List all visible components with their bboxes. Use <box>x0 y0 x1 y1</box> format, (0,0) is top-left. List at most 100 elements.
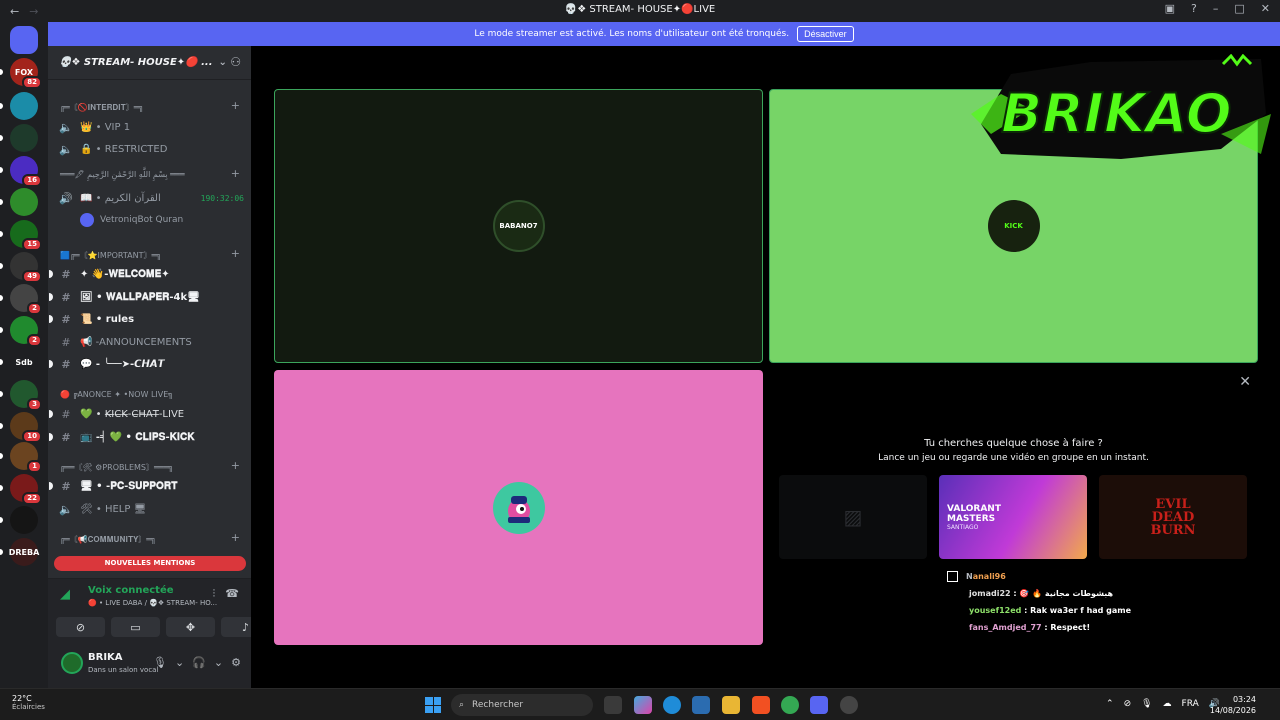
channel-kick-chat[interactable]: # 💚 • K̶I̶C̶K̶-C̶H̶A̶T̶-LIVE <box>49 404 244 424</box>
channel-vip[interactable]: 🔈 👑 • VIP 1 <box>58 117 244 137</box>
server-icon[interactable]: 15 <box>10 220 42 251</box>
mention-badge: 22 <box>22 492 42 505</box>
server-icon[interactable]: 3 <box>10 380 42 411</box>
discord-window: ← → 💀❖ STREAM- HOUSE✦🔴LIVE ▣ ? – □ ✕ FOX… <box>0 0 1280 720</box>
voice-channel-name[interactable]: 🔴 • LIVE DABA / 💀❖ STREAM- HO... <box>88 599 217 607</box>
mention-badge: 82 <box>22 76 42 89</box>
category-now-live[interactable]: 🔴 ╔ANONCE ✦ •NOW LIVE╗ <box>60 390 240 399</box>
temperature: 22°C <box>12 694 32 703</box>
cloud-icon[interactable]: ☁ <box>1163 699 1172 709</box>
taskbar-search[interactable]: ⌕ Rechercher <box>451 694 593 716</box>
chevron-down-icon[interactable]: ⌄ <box>214 656 223 669</box>
server-icon[interactable]: 2 <box>10 316 42 347</box>
channel-label: ✦ 👋-𝐖𝐄𝐋𝐂𝐎𝐌𝐄✦ <box>80 268 170 280</box>
category-problems[interactable]: ╔══〘🛠 ⚙PROBLEMS〙═══╗ + <box>60 460 240 473</box>
disconnect-icon[interactable]: ☎ <box>225 587 239 601</box>
channel-clips-kick[interactable]: # 📺 -╡ 💚 • 𝐂𝐋𝐈𝐏𝐒-𝐊𝐈𝐂𝐊 <box>49 427 244 447</box>
windows-start-icon[interactable] <box>425 697 441 713</box>
server-icon[interactable] <box>10 124 38 152</box>
voice-status[interactable]: Voix connectée <box>88 585 174 596</box>
channel-wallpaper[interactable]: # 🖼 • 𝐖𝐀𝐋𝐋𝐏𝐀𝐏𝐄𝐑-4k🖥 <box>49 287 244 307</box>
invite-people-icon[interactable]: ⚇ <box>230 55 241 69</box>
checkbox[interactable] <box>947 571 958 582</box>
server-icon[interactable]: FOX 82 <box>10 58 42 89</box>
discord-home-icon[interactable] <box>10 26 38 54</box>
voice-member[interactable]: VetroniqBot Quran <box>80 210 183 230</box>
server-icon[interactable]: 1 <box>10 442 42 473</box>
brave-icon[interactable] <box>752 696 770 714</box>
server-icon[interactable]: 16 <box>10 156 42 187</box>
username[interactable]: BRIKA <box>88 652 123 663</box>
copilot-icon[interactable] <box>634 696 652 714</box>
store-icon[interactable] <box>692 696 710 714</box>
edge-icon[interactable] <box>663 696 681 714</box>
language-indicator[interactable]: FRA <box>1182 699 1199 709</box>
server-icon[interactable] <box>10 92 38 120</box>
category-important[interactable]: 🟦╔═〘⭐IMPORTANT〙═╗ + <box>60 248 240 261</box>
gear-icon[interactable]: ⚙ <box>231 656 241 669</box>
microphone-icon[interactable]: 🎙 <box>153 656 167 669</box>
clock[interactable]: 03:24 14/08/2026 <box>1210 694 1256 716</box>
server-icon[interactable]: 22 <box>10 474 42 505</box>
signal-icon[interactable]: ◢ <box>60 587 70 602</box>
server-icon[interactable]: 2 <box>10 284 42 315</box>
new-mentions-pill[interactable]: NOUVELLES MENTIONS <box>54 556 246 571</box>
channel-help[interactable]: 🔈 🛠 • HELP 🖥 <box>58 499 244 519</box>
weather-widget[interactable]: 22°C Éclaircies <box>12 694 45 711</box>
activity-card-valorant[interactable]: VALORANT MASTERS SANTIAGO <box>939 475 1087 559</box>
unread-indicator <box>0 167 3 173</box>
channel-pc-support[interactable]: # 🖥 • -𝐏𝐂-𝐒𝐔𝐏𝐏𝐎𝐑𝐓 <box>49 476 244 496</box>
add-channel-icon[interactable]: + <box>231 248 240 261</box>
participant-tile[interactable]: BABANO7 <box>274 89 763 363</box>
network-off-icon[interactable]: ⊘ <box>1124 699 1132 709</box>
microphone-icon[interactable]: 🎙 <box>1141 699 1152 709</box>
minimize-icon[interactable]: – <box>1213 2 1219 15</box>
category-community[interactable]: ╔═〘📢𝐂𝐎𝐌𝐌𝐔𝐍𝐈𝐓𝐘〙═╗ + <box>60 532 240 545</box>
discord-icon[interactable] <box>810 696 828 714</box>
add-channel-icon[interactable]: + <box>231 532 240 545</box>
chevron-up-icon[interactable]: ⌃ <box>1106 699 1114 709</box>
close-icon[interactable]: ✕ <box>1239 374 1251 390</box>
inbox-icon[interactable]: ▣ <box>1165 2 1175 15</box>
headset-icon[interactable]: 🎧 <box>192 656 206 669</box>
category-bismillah[interactable]: ═══🖋 بِسْمِ اللَّهِ الرَّحْمَٰنِ الرَّحِ… <box>60 168 240 179</box>
activity-card-evil-dead[interactable]: EVIL DEAD BURN <box>1099 475 1247 559</box>
channel-announcements[interactable]: # 📢 -ANNOUNCEMENTS <box>58 332 244 352</box>
channel-welcome[interactable]: # ✦ 👋-𝐖𝐄𝐋𝐂𝐎𝐌𝐄✦ <box>49 264 244 284</box>
file-explorer-icon[interactable] <box>722 696 740 714</box>
server-icon[interactable]: 49 <box>10 252 42 283</box>
share-screen-button[interactable]: ▭ <box>111 617 160 637</box>
close-window-icon[interactable]: ✕ <box>1261 2 1270 15</box>
channel-restricted[interactable]: 🔈 🔒 • RESTRICTED <box>58 139 244 159</box>
server-icon[interactable]: 10 <box>10 412 42 443</box>
chevron-down-icon[interactable]: ⌄ <box>175 656 184 669</box>
noise-suppression-icon[interactable]: ⫶ <box>213 587 216 601</box>
add-channel-icon[interactable]: + <box>231 100 240 113</box>
add-channel-icon[interactable]: + <box>231 168 240 179</box>
channel-quran[interactable]: 🔊 📖 • القرآن الكريم 190:32:06 <box>58 188 244 208</box>
participant-tile[interactable] <box>274 370 763 645</box>
disable-streamer-button[interactable]: Désactiver <box>797 26 854 42</box>
avatar[interactable] <box>61 652 83 674</box>
chrome-icon[interactable] <box>781 696 799 714</box>
add-channel-icon[interactable]: + <box>231 460 240 473</box>
obs-icon[interactable] <box>840 696 858 714</box>
activity-card-placeholder[interactable]: ▨ <box>779 475 927 559</box>
channel-chat[interactable]: # 💬 - ╰──➤-𝘾𝙃𝘼𝙏 <box>49 354 244 374</box>
forward-arrow-icon[interactable]: → <box>29 5 38 18</box>
guild-header[interactable]: 💀❖ STREAM- HOUSE✦🔴 ... ⌄ ⚇ <box>48 46 251 80</box>
activities-button[interactable]: ✥ <box>166 617 215 637</box>
back-arrow-icon[interactable]: ← <box>10 5 19 18</box>
server-icon[interactable] <box>10 188 38 216</box>
channel-rules[interactable]: # 📜 • rules <box>49 309 244 329</box>
help-icon[interactable]: ? <box>1191 2 1197 15</box>
category-interdit[interactable]: ╔═〘🚫𝐈𝐍𝐓𝐄𝐑𝐃𝐈𝐓〙═╗ + <box>60 100 240 113</box>
unread-indicator <box>0 453 3 459</box>
maximize-icon[interactable]: □ <box>1234 2 1244 15</box>
server-icon[interactable]: DREBA <box>9 538 39 566</box>
server-icon[interactable]: Sdb <box>10 348 38 376</box>
server-icon[interactable] <box>10 506 38 534</box>
task-view-icon[interactable] <box>604 696 622 714</box>
channel-label: 🖼 • 𝐖𝐀𝐋𝐋𝐏𝐀𝐏𝐄𝐑-4k🖥 <box>80 291 200 303</box>
camera-off-button[interactable]: ⊘ <box>56 617 105 637</box>
